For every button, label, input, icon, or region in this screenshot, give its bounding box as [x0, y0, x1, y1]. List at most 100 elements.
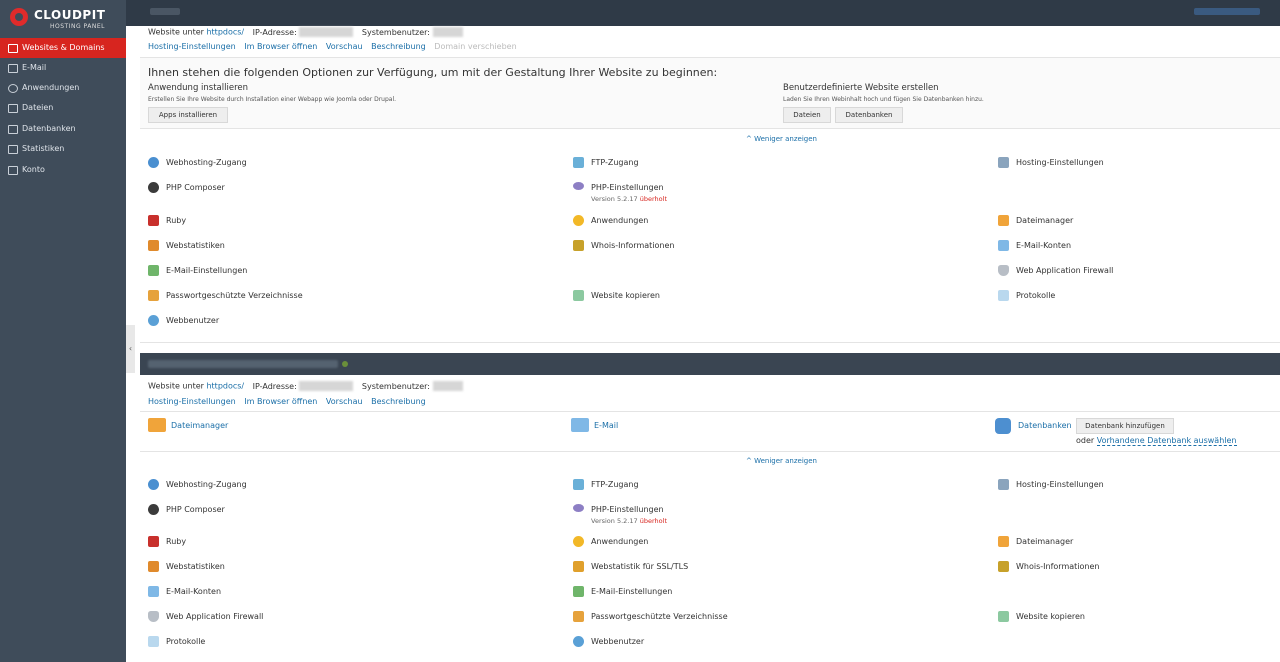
sidebar-item-label: Dateien: [22, 103, 54, 112]
document-icon: [998, 290, 1009, 301]
tool-label: Protokolle: [1016, 291, 1056, 300]
sidebar-item-websites-domains[interactable]: Websites & Domains: [0, 38, 126, 58]
hosting-settings-icon: [998, 479, 1009, 490]
tool-label: Webbenutzer: [591, 637, 645, 646]
move-domain-link[interactable]: Domain verschieben: [434, 42, 516, 51]
show-less-toggle[interactable]: ^ Weniger anzeigen: [746, 135, 817, 143]
divider: [140, 342, 1280, 343]
tool-label: E-Mail-Konten: [166, 587, 222, 596]
ip-address-redacted: [299, 381, 354, 391]
chart-icon: [8, 145, 18, 154]
ip-label: IP-Adresse:: [252, 27, 297, 37]
lock-folder-icon: [148, 290, 159, 301]
hosting-settings-link[interactable]: Hosting-Einstellungen: [148, 42, 236, 51]
httpdocs-link[interactable]: httpdocs/: [206, 382, 244, 391]
mail-icon: [8, 64, 18, 73]
sidebar-item-statistiken[interactable]: Statistiken: [0, 139, 126, 159]
ip-address-redacted: [299, 27, 354, 37]
sidebar-item-email[interactable]: E-Mail: [0, 58, 126, 78]
show-less-toggle[interactable]: ^ Weniger anzeigen: [746, 457, 817, 465]
ip-label: IP-Adresse:: [252, 381, 297, 391]
divider: [140, 451, 1280, 452]
folder-icon: [998, 536, 1009, 547]
preview-link[interactable]: Vorschau: [326, 397, 363, 406]
copy-icon: [573, 290, 584, 301]
sidebar-item-label: E-Mail: [22, 63, 47, 72]
sidebar-item-anwendungen[interactable]: Anwendungen: [0, 78, 126, 98]
mail-icon: [571, 418, 589, 432]
subscription-header[interactable]: [140, 353, 1280, 375]
top-bar-right-item[interactable]: [1194, 8, 1260, 15]
sidebar-item-datenbanken[interactable]: Datenbanken: [0, 119, 126, 139]
folder-icon: [148, 418, 166, 432]
sidebar-item-label: Websites & Domains: [22, 43, 105, 52]
sidebar-item-konto[interactable]: Konto: [0, 160, 126, 180]
files-button[interactable]: Dateien: [783, 107, 831, 123]
top-bar-left-item[interactable]: [150, 8, 180, 15]
tool-label: E-Mail-Konten: [1016, 241, 1072, 250]
database-icon: [8, 125, 18, 134]
tool-label: Anwendungen: [591, 216, 649, 225]
status-dot-icon: [342, 361, 348, 367]
preview-link[interactable]: Vorschau: [326, 42, 363, 51]
sidebar-item-dateien[interactable]: Dateien: [0, 98, 126, 118]
open-in-browser-link[interactable]: Im Browser öffnen: [244, 397, 317, 406]
databases-button[interactable]: Datenbanken: [835, 107, 903, 123]
php-version: Version 5.2.17 überholt: [591, 195, 667, 203]
tool-label: Webstatistik für SSL/TLS: [591, 562, 689, 571]
shield-icon: [998, 265, 1009, 276]
sidebar-item-label: Statistiken: [22, 144, 65, 153]
site2-links: Hosting-Einstellungen Im Browser öffnen …: [148, 397, 432, 406]
database-icon: [995, 418, 1011, 434]
tool-label: Hosting-Einstellungen: [1016, 480, 1104, 489]
install-apps-button[interactable]: Apps installieren: [148, 107, 228, 123]
tool-label: Dateimanager: [1016, 537, 1074, 546]
sysuser-label: Systembenutzer:: [361, 27, 430, 37]
tool-label: Whois-Informationen: [1016, 562, 1100, 571]
logo[interactable]: CLOUDPIT HOSTING PANEL: [10, 6, 120, 32]
domain-name-redacted: [148, 360, 338, 368]
web-users-icon: [573, 636, 584, 647]
tool-label: Webhosting-Zugang: [166, 480, 247, 489]
httpdocs-link[interactable]: httpdocs/: [206, 28, 244, 37]
whois-icon: [573, 240, 584, 251]
sysuser-redacted: [432, 381, 463, 391]
mail-settings-icon: [573, 586, 584, 597]
tool-label: Ruby: [166, 216, 187, 225]
mail-icon: [998, 240, 1009, 251]
description-link[interactable]: Beschreibung: [371, 42, 426, 51]
site1-info: Website unter httpdocs/ IP-Adresse: Syst…: [148, 27, 463, 37]
tool-label: Dateimanager: [1016, 216, 1074, 225]
folder-icon: [8, 104, 18, 113]
tool-label: E-Mail-Einstellungen: [166, 266, 248, 275]
hosting-settings-link[interactable]: Hosting-Einstellungen: [148, 397, 236, 406]
chart-icon: [148, 240, 159, 251]
tool-label: Webstatistiken: [166, 562, 225, 571]
sidebar-collapse-button[interactable]: ‹: [126, 325, 135, 373]
install-app-title: Anwendung installieren: [148, 83, 248, 93]
top-bar: [126, 0, 1280, 26]
tool-label: Passwortgeschützte Verzeichnisse: [591, 612, 728, 621]
getting-started-title: Ihnen stehen die folgenden Optionen zur …: [148, 66, 718, 79]
tool-label: FTP-Zugang: [591, 480, 639, 489]
ftp-icon: [573, 479, 584, 490]
shield-icon: [148, 611, 159, 622]
open-in-browser-link[interactable]: Im Browser öffnen: [244, 42, 317, 51]
description-link[interactable]: Beschreibung: [371, 397, 426, 406]
divider: [140, 128, 1280, 129]
webhosting-icon: [148, 479, 159, 490]
monitor-icon: [8, 44, 18, 53]
tool-label: Protokolle: [166, 637, 206, 646]
composer-icon: [148, 182, 159, 193]
sidebar-item-label: Konto: [22, 165, 45, 174]
logo-sub: HOSTING PANEL: [50, 23, 105, 30]
select-existing-database-link[interactable]: Vorhandene Datenbank auswählen: [1096, 436, 1237, 446]
tool-label: Webhosting-Zugang: [166, 158, 247, 167]
mail-icon: [148, 586, 159, 597]
chart-lock-icon: [573, 561, 584, 572]
whois-icon: [998, 561, 1009, 572]
php-version: Version 5.2.17 überholt: [591, 517, 667, 525]
add-database-button[interactable]: Datenbank hinzufügen: [1076, 418, 1174, 434]
tool-label: Anwendungen: [591, 537, 649, 546]
site2-info: Website unter httpdocs/ IP-Adresse: Syst…: [148, 381, 463, 391]
